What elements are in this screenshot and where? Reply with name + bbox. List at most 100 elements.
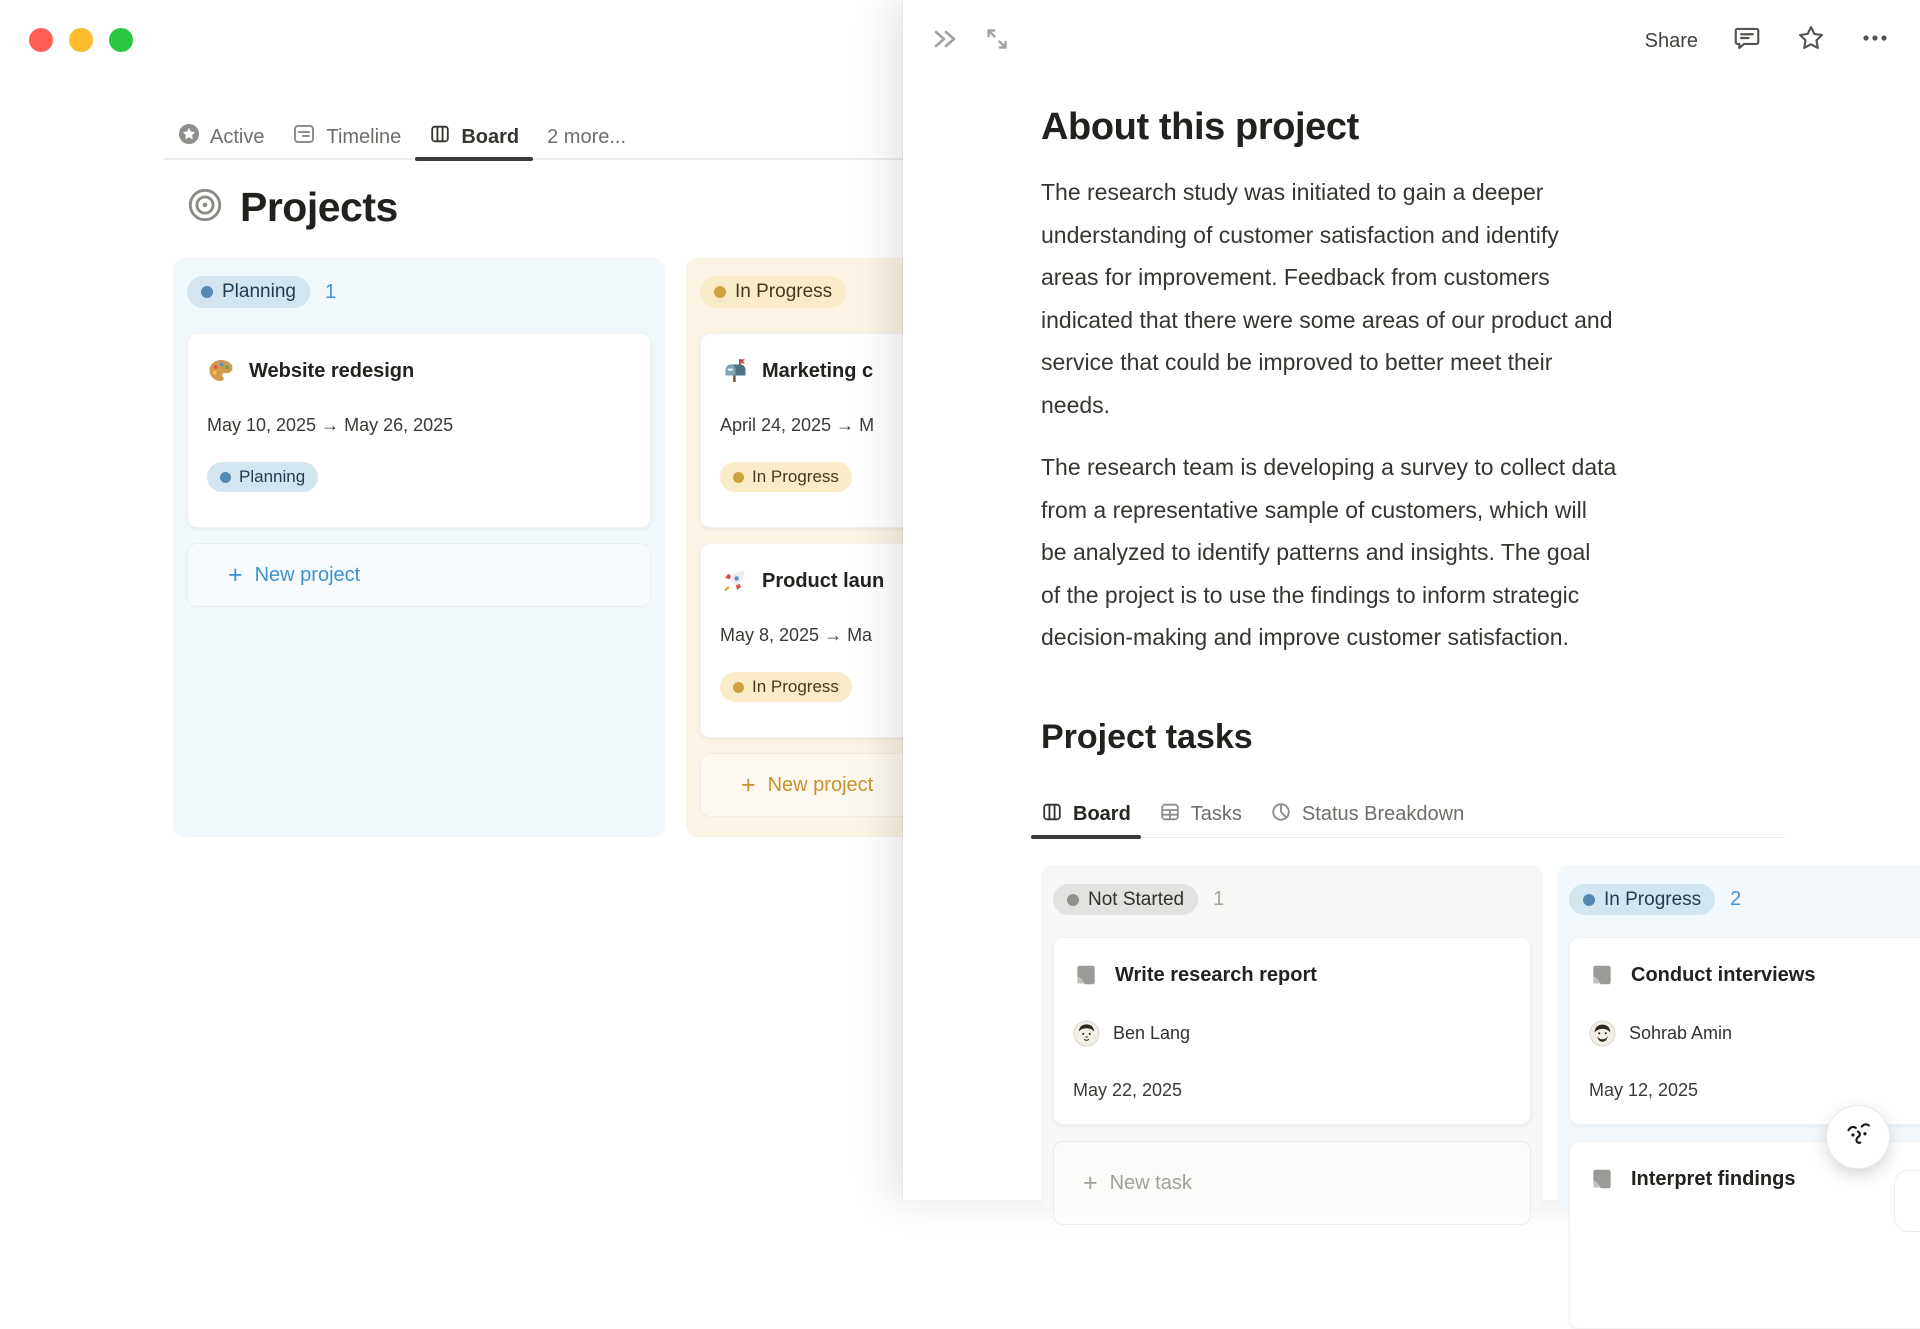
status-label: Planning [239, 467, 306, 486]
status-pill-in-progress[interactable]: In Progress [700, 276, 847, 308]
comments-icon[interactable] [1732, 23, 1762, 58]
panel-content: About this project The research study wa… [1031, 78, 1920, 1329]
new-project-button-planning[interactable]: + New project [187, 543, 651, 607]
favorite-star-icon[interactable] [1796, 23, 1826, 58]
status-label: In Progress [752, 677, 839, 696]
card-date: May 22, 2025 [1073, 1080, 1183, 1100]
board-icon [429, 123, 451, 151]
close-window-button[interactable] [29, 28, 53, 52]
panel-toolbar-left [929, 23, 1013, 60]
tab-label: Status Breakdown [1301, 803, 1465, 825]
notion-ai-button[interactable] [1826, 1105, 1890, 1169]
status-pill-planning[interactable]: Planning [187, 276, 310, 308]
new-project-label: New project [254, 563, 361, 586]
status-dot [733, 681, 744, 693]
status-dot [220, 471, 231, 483]
page-icon [1589, 1166, 1615, 1192]
zoom-window-button[interactable] [109, 28, 133, 52]
status-label: In Progress [735, 281, 833, 302]
task-card-conduct-interviews[interactable]: Conduct interviews Sohrab Amin May 12, 2… [1569, 937, 1920, 1125]
ai-face-icon [1839, 1116, 1877, 1159]
avatar-ben-lang [1073, 1020, 1100, 1047]
minimize-window-button[interactable] [69, 28, 93, 52]
task-card-write-research-report[interactable]: Write research report Ben Lang May 22, 2… [1053, 937, 1531, 1125]
tab-timeline-view[interactable]: Timeline [278, 115, 415, 159]
about-paragraph-2: The research team is developing a survey… [1041, 454, 1617, 650]
card-title: Write research report [1115, 963, 1317, 986]
target-icon [186, 186, 224, 229]
status-pill-not-started[interactable]: Not Started [1053, 884, 1199, 915]
section-heading-about: About this project [1041, 106, 1359, 148]
more-options-icon[interactable] [1860, 23, 1890, 58]
tab-label: Board [461, 125, 520, 148]
column-header: In Progress 2 [1569, 884, 1920, 915]
about-paragraph-1: The research study was initiated to gain… [1041, 179, 1613, 418]
new-project-label: New project [767, 773, 874, 796]
card-title: Conduct interviews [1631, 963, 1816, 986]
card-title: Product laun [762, 569, 885, 592]
assignee-name: Sohrab Amin [1629, 1023, 1733, 1043]
tab-board-view[interactable]: Board [415, 115, 533, 161]
new-task-button[interactable]: + New task [1053, 1141, 1531, 1225]
card-status-tag: In Progress [720, 672, 852, 702]
mailbox-icon [720, 357, 748, 385]
peeking-card-corner [1894, 1170, 1920, 1232]
card-title: Interpret findings [1631, 1167, 1796, 1190]
project-card-website-redesign[interactable]: Website redesign May 10, 2025 → May 26, … [187, 333, 651, 528]
timeline-icon [292, 122, 316, 152]
section-heading-project-tasks: Project tasks [1041, 717, 1253, 756]
panel-toolbar-right: Share [1645, 23, 1890, 58]
tab-tasks-board-view[interactable]: Board [1031, 793, 1141, 839]
tab-tasks-table-view[interactable]: Tasks [1149, 793, 1252, 837]
column-count: 2 [1730, 888, 1742, 910]
card-status-tag: In Progress [720, 462, 852, 492]
rocket-icon [720, 567, 748, 595]
tasks-view-tabs: Board Tasks Status Breakdown [1031, 793, 1785, 839]
table-icon [1159, 801, 1181, 829]
page-title-text: Projects [240, 184, 398, 230]
status-dot [1583, 893, 1595, 906]
palette-icon [207, 357, 235, 385]
column-header: Not Started 1 [1053, 884, 1531, 915]
tab-active-view[interactable]: Active [164, 115, 278, 159]
task-column-not-started: Not Started 1 Write research report Ben … [1041, 865, 1543, 1225]
status-label: Not Started [1088, 888, 1185, 910]
tab-more-views[interactable]: 2 more... [533, 115, 640, 159]
assignee-name: Ben Lang [1113, 1023, 1191, 1043]
card-title: Website redesign [249, 359, 415, 382]
page-title: Projects [186, 184, 398, 231]
status-pill-in-progress[interactable]: In Progress [1569, 884, 1716, 915]
database-view-tabs: Active Timeline Board 2 more... [164, 115, 640, 161]
status-dot [1067, 893, 1079, 906]
task-card-interpret-findings[interactable]: Interpret findings [1569, 1141, 1920, 1329]
status-dot [201, 286, 213, 298]
star-circle-icon [178, 123, 200, 151]
tab-label: Active [210, 125, 265, 148]
side-peek-panel: Share About this project The research st… [903, 0, 1920, 1329]
tab-status-breakdown-view[interactable]: Status Breakdown [1260, 793, 1474, 837]
window-controls [29, 28, 133, 52]
board-column-planning: Planning 1 Website redesign May 10, 2025… [173, 258, 665, 837]
plus-icon: + [228, 560, 243, 589]
column-count: 1 [324, 280, 337, 303]
column-count: 1 [1213, 888, 1225, 910]
status-label: In Progress [1604, 888, 1702, 910]
assignee-row: Sohrab Amin [1589, 1020, 1920, 1047]
close-peek-icon[interactable] [929, 23, 961, 60]
expand-page-icon[interactable] [981, 23, 1013, 60]
tab-label: Board [1073, 803, 1131, 825]
card-date: May 12, 2025 [1589, 1080, 1699, 1100]
column-header: Planning 1 [187, 276, 651, 308]
tabs-divider [1041, 836, 1785, 838]
share-button[interactable]: Share [1645, 24, 1698, 58]
card-status-tag: Planning [207, 462, 319, 492]
new-task-label: New task [1109, 1171, 1192, 1194]
card-date-range: May 10, 2025 → May 26, 2025 [207, 415, 454, 435]
page-icon [1589, 962, 1615, 988]
pie-chart-icon [1270, 801, 1292, 829]
page-icon [1073, 962, 1099, 988]
tab-label: Timeline [326, 125, 402, 148]
status-dot [714, 286, 726, 298]
board-icon [1041, 801, 1063, 829]
assignee-row: Ben Lang [1073, 1020, 1511, 1047]
